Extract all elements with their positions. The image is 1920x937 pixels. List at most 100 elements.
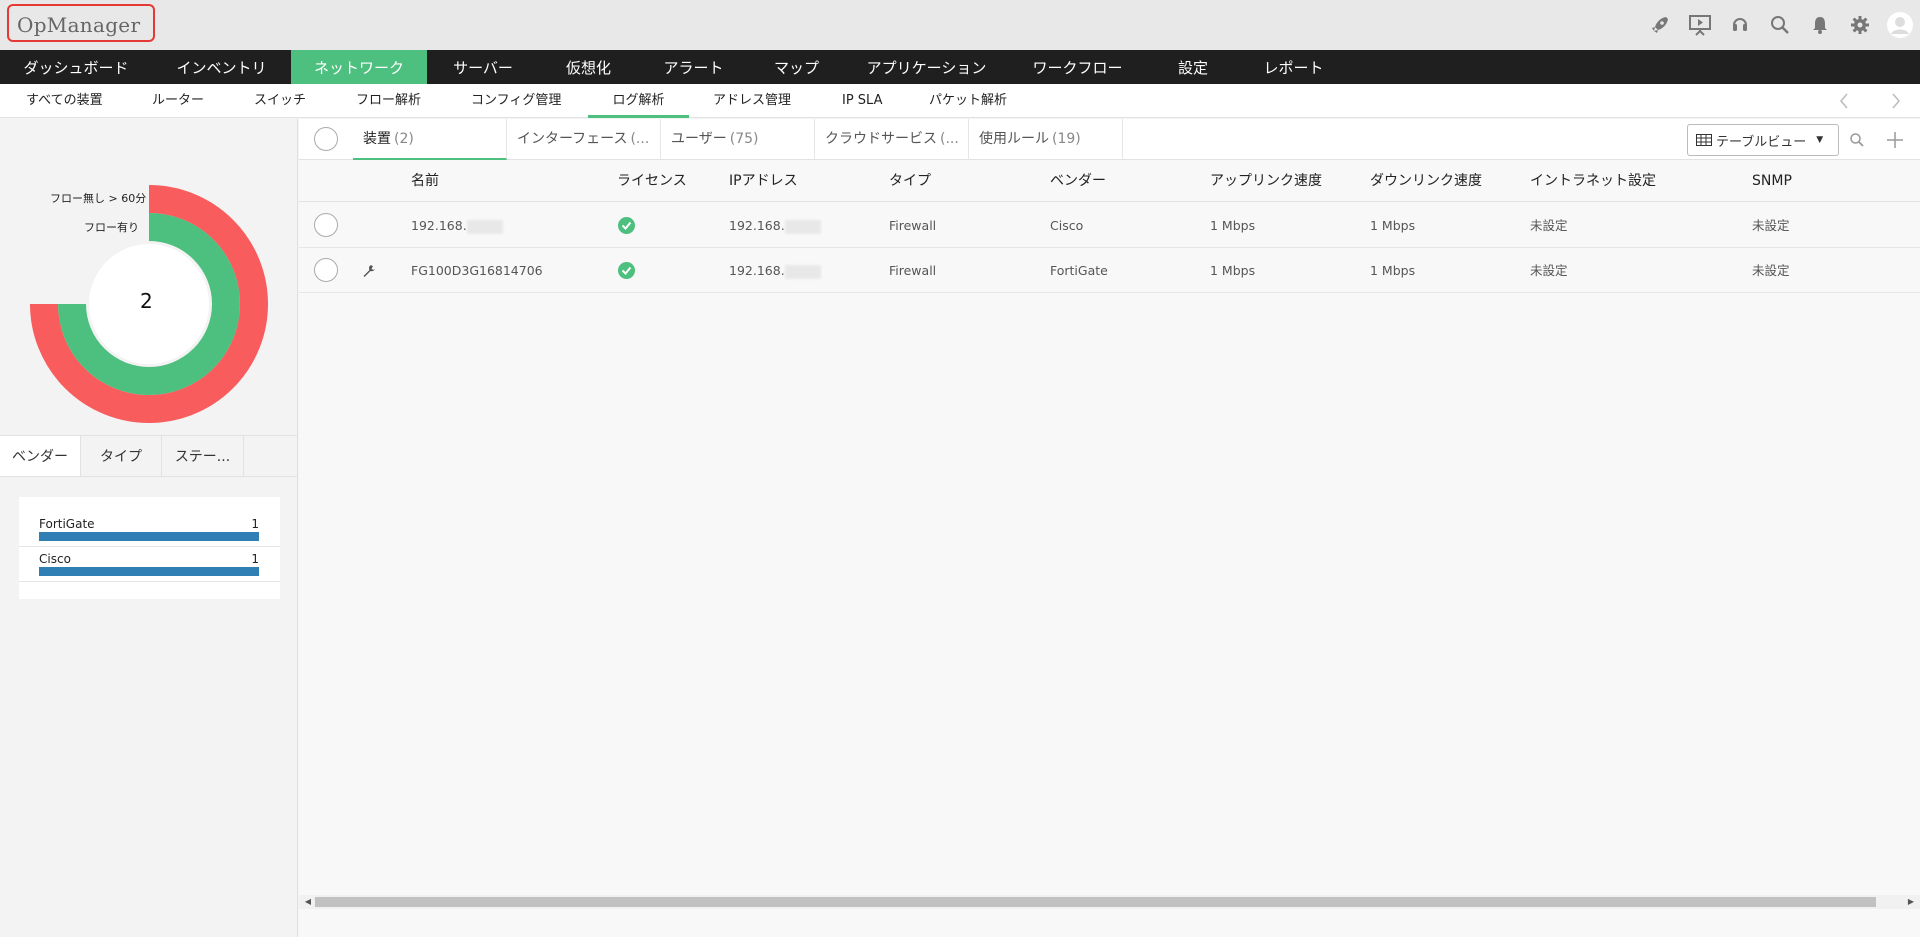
cell-text: 192.168. xyxy=(729,218,785,233)
scroll-right-icon[interactable]: ▶ xyxy=(1904,895,1918,909)
scroll-left-icon[interactable]: ◀ xyxy=(301,895,315,909)
cell-intranet: 未設定 xyxy=(1530,203,1568,248)
table-search-icon[interactable] xyxy=(1844,127,1870,153)
cell-name[interactable]: FG100D3G16814706 xyxy=(411,248,543,293)
bell-icon[interactable] xyxy=(1800,10,1840,40)
tab-count: (75) xyxy=(729,131,759,147)
vendor-bar xyxy=(39,532,259,541)
main-nav-item[interactable]: アラート xyxy=(638,50,749,84)
left-tab[interactable]: ステー... xyxy=(162,436,244,476)
content-tab[interactable]: ユーザー (75) xyxy=(661,119,815,160)
cell-text: 1 Mbps xyxy=(1210,218,1256,233)
vendor-count: 1 xyxy=(251,517,259,531)
donut-center-value: 2 xyxy=(140,289,153,313)
app-logo[interactable]: OpManager xyxy=(7,4,155,42)
search-icon[interactable] xyxy=(1760,10,1800,40)
main-nav-item[interactable]: 仮想化 xyxy=(539,50,638,84)
caret-down-icon: ▼ xyxy=(1816,135,1824,145)
vendor-list-item[interactable]: FortiGate 1 xyxy=(39,517,259,543)
sub-nav-item[interactable]: フロー解析 xyxy=(356,84,421,118)
divider xyxy=(19,581,280,582)
cell-type: Firewall xyxy=(889,248,936,293)
table-row[interactable]: 192.168. 192.168. Firewall Cisco 1 Mbps 1 Mbp… xyxy=(299,203,1920,248)
main-nav-item[interactable]: ダッシュボード xyxy=(0,50,152,84)
column-header[interactable]: イントラネット設定 xyxy=(1530,160,1656,202)
column-header[interactable]: ライセンス xyxy=(617,160,687,202)
sub-nav-item[interactable]: コンフィグ管理 xyxy=(471,84,561,118)
cell-text: 未設定 xyxy=(1530,218,1568,233)
sub-nav-item[interactable]: ルーター xyxy=(152,84,204,118)
column-header[interactable]: タイプ xyxy=(889,160,931,202)
rocket-icon[interactable] xyxy=(1640,10,1680,40)
license-ok-icon xyxy=(618,217,635,234)
tab-label: 使用ルール xyxy=(979,131,1049,147)
vendor-list: FortiGate 1 Cisco 1 xyxy=(19,497,280,599)
main-nav-item[interactable]: マップ xyxy=(749,50,844,84)
cell-name[interactable]: 192.168. xyxy=(411,203,503,248)
main-nav-item[interactable]: アプリケーション xyxy=(844,50,1009,84)
column-header[interactable]: IPアドレス xyxy=(729,160,798,202)
content-tab[interactable]: クラウドサービス (... xyxy=(815,119,969,160)
row-select-radio[interactable] xyxy=(314,258,338,282)
gear-icon[interactable] xyxy=(1840,10,1880,40)
scrollbar-thumb[interactable] xyxy=(315,897,1876,907)
column-header[interactable]: 名前 xyxy=(411,160,439,202)
chevron-right-icon[interactable] xyxy=(1885,90,1907,112)
vendor-count: 1 xyxy=(251,552,259,566)
left-tab[interactable]: タイプ xyxy=(81,436,162,476)
sub-nav-item[interactable]: アドレス管理 xyxy=(713,84,791,118)
column-header[interactable]: アップリンク速度 xyxy=(1210,160,1322,202)
cell-type: Firewall xyxy=(889,203,936,248)
vendor-list-item[interactable]: Cisco 1 xyxy=(39,552,259,578)
tab-label: クラウドサービス xyxy=(825,131,937,147)
cell-text: 192.168. xyxy=(729,263,785,278)
cell-text: 1 Mbps xyxy=(1210,263,1256,278)
cell-ip: 192.168. xyxy=(729,248,821,293)
cell-text: FG100D3G16814706 xyxy=(411,263,543,278)
presentation-icon[interactable] xyxy=(1680,10,1720,40)
horizontal-scrollbar[interactable]: ◀ ▶ xyxy=(299,895,1920,909)
sub-nav-item[interactable]: IP SLA xyxy=(842,84,883,118)
column-header[interactable]: ダウンリンク速度 xyxy=(1370,160,1482,202)
sub-nav-item[interactable]: ログ解析 xyxy=(588,84,689,118)
headset-icon[interactable] xyxy=(1720,10,1760,40)
cell-text: 未設定 xyxy=(1530,263,1568,278)
main-nav-item[interactable]: サーバー xyxy=(427,50,539,84)
sub-nav-item[interactable]: すべての装置 xyxy=(26,84,103,118)
table-row[interactable]: FG100D3G16814706 192.168. Firewall FortiGat… xyxy=(299,248,1920,293)
cell-snmp: 未設定 xyxy=(1752,203,1790,248)
add-icon[interactable] xyxy=(1882,127,1908,153)
sub-nav-item[interactable]: スイッチ xyxy=(254,84,306,118)
row-select-radio[interactable] xyxy=(314,213,338,237)
content-tab[interactable]: インターフェース (... xyxy=(507,119,661,160)
tab-count: (... xyxy=(940,131,959,147)
tab-label: ユーザー xyxy=(671,131,727,147)
cell-text: 1 Mbps xyxy=(1370,218,1416,233)
tab-label: インターフェース xyxy=(517,131,628,147)
main-nav-item[interactable]: インベントリ xyxy=(152,50,291,84)
column-header[interactable]: SNMP xyxy=(1752,160,1792,202)
chevron-left-icon[interactable] xyxy=(1833,90,1855,112)
user-avatar-icon[interactable] xyxy=(1880,10,1920,40)
view-selector-button[interactable]: テーブルビュー ▼ xyxy=(1687,124,1839,156)
tab-count: (2) xyxy=(394,131,414,147)
main-nav-item[interactable]: 設定 xyxy=(1146,50,1240,84)
main-content: テーブルビュー ▼ 装置 (2) インターフェース (... ユーザー (75) クラウドサ… xyxy=(299,119,1920,937)
cell-vendor: FortiGate xyxy=(1050,248,1108,293)
select-all-radio[interactable] xyxy=(314,127,338,151)
cell-vendor: Cisco xyxy=(1050,203,1083,248)
left-tab[interactable]: ベンダー xyxy=(0,436,81,476)
cell-text: Firewall xyxy=(889,263,937,278)
main-nav-item[interactable]: レポート xyxy=(1240,50,1347,84)
wrench-icon[interactable] xyxy=(362,263,376,277)
redacted-mask xyxy=(784,264,821,279)
main-nav-item[interactable]: ワークフロー xyxy=(1009,50,1146,84)
column-header[interactable]: ベンダー xyxy=(1050,160,1106,202)
cell-ip: 192.168. xyxy=(729,203,821,248)
sub-nav-item[interactable]: パケット解析 xyxy=(929,84,1007,118)
donut-svg xyxy=(30,185,268,423)
redacted-mask xyxy=(466,219,503,234)
content-tab[interactable]: 装置 (2) xyxy=(353,119,507,160)
content-tab[interactable]: 使用ルール (19) xyxy=(969,119,1123,160)
main-nav-item[interactable]: ネットワーク xyxy=(291,50,427,84)
